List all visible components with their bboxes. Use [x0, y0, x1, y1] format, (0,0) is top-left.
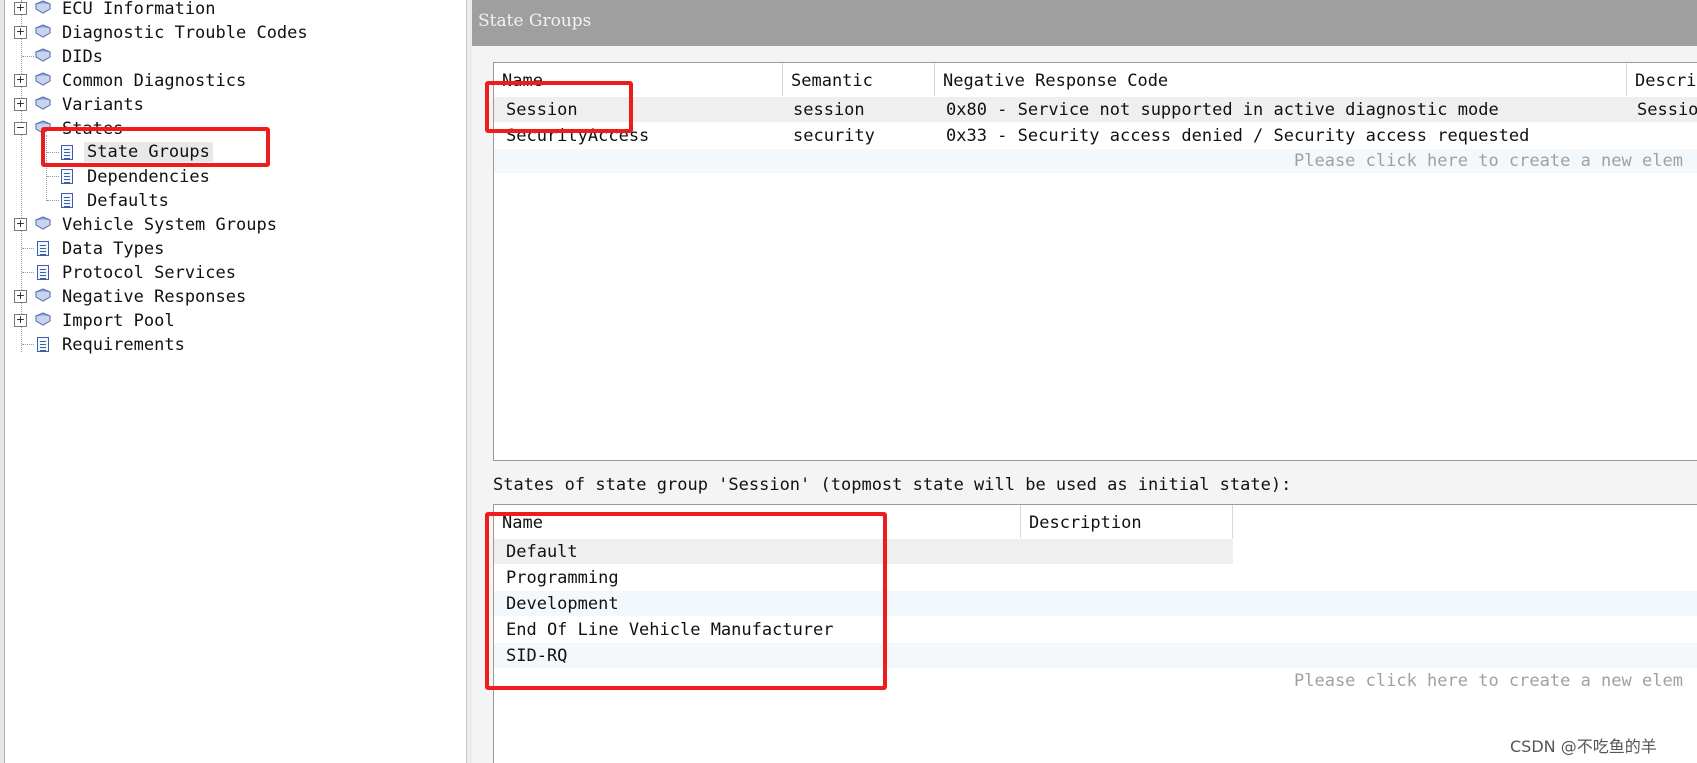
- tree-item-label: Protocol Services: [62, 263, 236, 283]
- collapse-icon[interactable]: −: [14, 122, 27, 135]
- tree-item-label: ECU Information: [62, 0, 216, 19]
- tree-item-variants[interactable]: + Variants: [0, 94, 460, 116]
- book-icon: [35, 72, 51, 86]
- navigation-tree: + ECU Information + Diagnostic Trouble C…: [0, 0, 466, 763]
- table-row[interactable]: SecurityAccess security 0x33 - Security …: [494, 123, 1697, 148]
- expand-icon[interactable]: +: [14, 98, 27, 111]
- tree-item-requirements[interactable]: Requirements: [0, 334, 460, 356]
- panel-title: State Groups: [478, 11, 592, 31]
- tree-item-label: Dependencies: [87, 167, 210, 187]
- book-icon: [35, 96, 51, 110]
- column-header-description[interactable]: Descri: [1627, 63, 1697, 96]
- page-icon: [61, 169, 73, 184]
- tree-item-label: Data Types: [62, 239, 165, 259]
- create-hint-text: Please click here to create a new elem: [1294, 151, 1683, 171]
- expand-icon[interactable]: +: [14, 290, 27, 303]
- tree-item-negative-responses[interactable]: + Negative Responses: [0, 286, 460, 308]
- tree-item-defaults[interactable]: Defaults: [0, 190, 460, 212]
- tree-item-data-types[interactable]: Data Types: [0, 238, 460, 260]
- panel-header: State Groups: [472, 0, 1697, 46]
- page-icon: [37, 241, 49, 256]
- tree-item-label: Common Diagnostics: [62, 71, 247, 91]
- tree-item-protocol-services[interactable]: Protocol Services: [0, 262, 460, 284]
- state-groups-table: Name Semantic Negative Response Code Des…: [493, 62, 1697, 461]
- tree-item-label: Diagnostic Trouble Codes: [62, 23, 308, 43]
- table-header: Name Semantic Negative Response Code Des…: [494, 63, 1697, 96]
- column-header-description[interactable]: Description: [1021, 505, 1233, 538]
- tree-item-label: Defaults: [87, 191, 169, 211]
- tree-item-import-pool[interactable]: + Import Pool: [0, 310, 460, 332]
- page-icon: [37, 265, 49, 280]
- highlight-box-state-groups: [41, 127, 270, 167]
- book-icon: [35, 216, 51, 230]
- column-header-semantic[interactable]: Semantic: [783, 63, 935, 96]
- cell-description: Sessio: [1637, 100, 1697, 120]
- tree-item-dependencies[interactable]: Dependencies: [0, 166, 460, 188]
- create-hint-text: Please click here to create a new elem: [1294, 671, 1683, 691]
- tree-item-dids[interactable]: DIDs: [0, 46, 460, 68]
- create-new-element-row[interactable]: Please click here to create a new elem: [494, 149, 1697, 173]
- watermark: CSDN @不吃鱼的羊: [1510, 737, 1657, 756]
- tree-item-label: Variants: [62, 95, 144, 115]
- expand-icon[interactable]: +: [14, 314, 27, 327]
- table-row[interactable]: Session session 0x80 - Service not suppo…: [494, 97, 1697, 122]
- states-caption: States of state group 'Session' (topmost…: [493, 475, 1292, 495]
- tree-item-common-diagnostics[interactable]: + Common Diagnostics: [0, 70, 460, 92]
- expand-icon[interactable]: +: [14, 218, 27, 231]
- expand-icon[interactable]: +: [14, 74, 27, 87]
- cell-semantic: session: [793, 100, 865, 120]
- book-icon: [35, 24, 51, 38]
- highlight-box-states: [485, 512, 887, 690]
- book-icon: [35, 0, 51, 14]
- tree-item-ecu-information[interactable]: + ECU Information: [0, 0, 460, 20]
- book-icon: [35, 48, 51, 62]
- tree-item-label: Vehicle System Groups: [62, 215, 277, 235]
- tree-item-vehicle-system-groups[interactable]: + Vehicle System Groups: [0, 214, 460, 236]
- highlight-box-session: [485, 81, 633, 133]
- expand-icon[interactable]: +: [14, 2, 27, 15]
- tree-item-label: Negative Responses: [62, 287, 247, 307]
- tree-item-label: DIDs: [62, 47, 103, 67]
- cell-nrc: 0x80 - Service not supported in active d…: [946, 100, 1499, 120]
- page-icon: [61, 193, 73, 208]
- tree-item-label: Import Pool: [62, 311, 175, 331]
- book-icon: [35, 312, 51, 326]
- app-window: + ECU Information + Diagnostic Trouble C…: [0, 0, 1697, 763]
- tree-item-label: Requirements: [62, 335, 185, 355]
- expand-icon[interactable]: +: [14, 26, 27, 39]
- cell-nrc: 0x33 - Security access denied / Security…: [946, 126, 1530, 146]
- column-header-nrc[interactable]: Negative Response Code: [935, 63, 1627, 96]
- tree-item-diagnostic-trouble-codes[interactable]: + Diagnostic Trouble Codes: [0, 22, 460, 44]
- book-icon: [35, 288, 51, 302]
- cell-semantic: security: [793, 126, 875, 146]
- page-icon: [37, 337, 49, 352]
